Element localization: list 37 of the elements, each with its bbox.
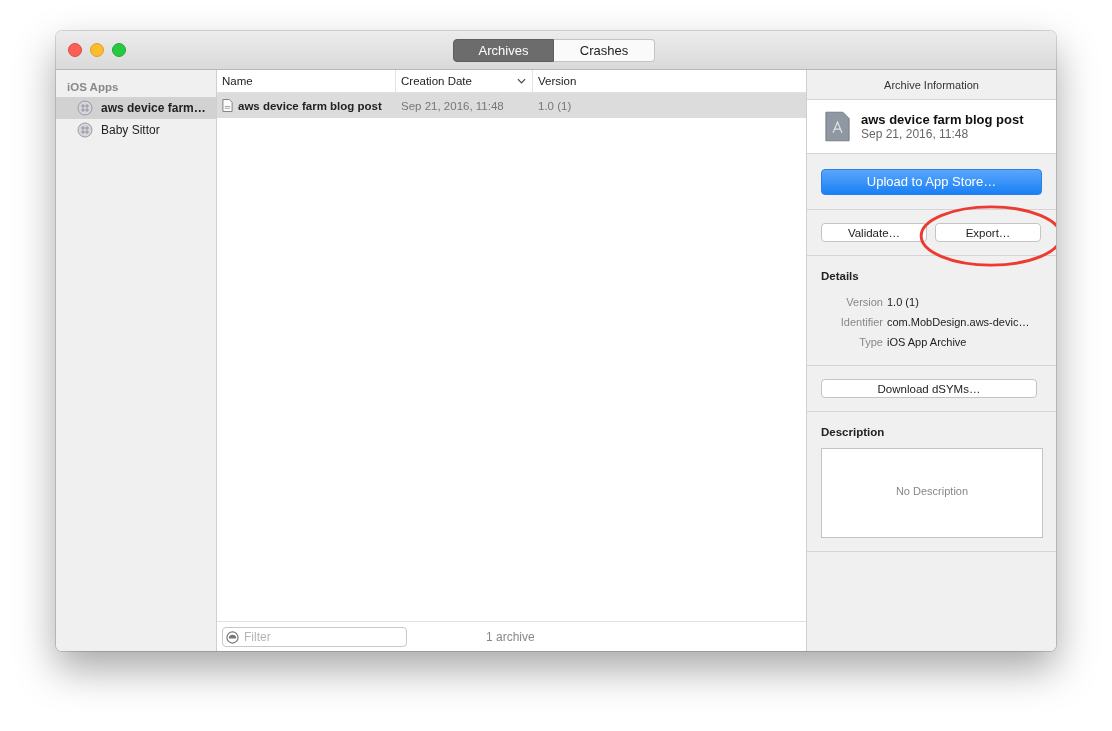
archive-title: aws device farm blog post xyxy=(861,112,1024,127)
table-cell: 1.0 (1) xyxy=(538,99,572,112)
archive-date: Sep 21, 2016, 11:48 xyxy=(861,127,970,141)
column-header[interactable]: Version xyxy=(533,70,806,92)
filter-icon xyxy=(226,630,239,644)
app-icon xyxy=(77,100,93,116)
section-heading: Details xyxy=(821,270,860,282)
zoom-icon[interactable] xyxy=(112,43,126,57)
column-header[interactable]: Creation Date xyxy=(396,70,533,92)
tab[interactable]: Crashes xyxy=(554,39,655,62)
detail-label: Version xyxy=(845,296,883,308)
tab[interactable]: Archives xyxy=(453,39,554,62)
action-button[interactable]: Validate… xyxy=(821,223,927,242)
table-cell: Sep 21, 2016, 11:48 xyxy=(401,99,504,112)
sidebar-item[interactable]: Baby Sittor xyxy=(56,119,216,141)
detail-value: iOS App Archive xyxy=(887,336,967,348)
action-button[interactable]: Export… xyxy=(935,223,1041,242)
close-icon[interactable] xyxy=(68,43,82,57)
sidebar-heading: iOS Apps xyxy=(66,81,120,95)
sidebar-item[interactable]: aws device farm… xyxy=(56,97,216,119)
table-cell: aws device farm blog post xyxy=(238,99,382,112)
archive-icon xyxy=(825,111,850,142)
app-icon xyxy=(77,122,93,138)
table-row[interactable]: aws device farm blog post Sep 21, 2016, 11:48 1.0 (1) xyxy=(217,93,806,118)
section-heading: Description xyxy=(821,426,886,438)
detail-value: 1.0 (1) xyxy=(887,296,919,308)
document-icon xyxy=(222,99,233,112)
column-header[interactable]: Name xyxy=(217,70,396,92)
detail-value: com.MobDesign.aws-devic… xyxy=(887,316,1030,328)
filter-field[interactable]: Filter xyxy=(222,626,407,647)
chevron-down-icon xyxy=(517,78,526,84)
detail-label: Identifier xyxy=(839,316,883,328)
description-field[interactable]: No Description xyxy=(821,448,1043,538)
download-dsyms-button[interactable]: Download dSYMs… xyxy=(821,379,1037,398)
archive-count: 1 archive xyxy=(486,629,535,644)
minimize-icon[interactable] xyxy=(90,43,104,57)
detail-label: Type xyxy=(858,336,883,348)
